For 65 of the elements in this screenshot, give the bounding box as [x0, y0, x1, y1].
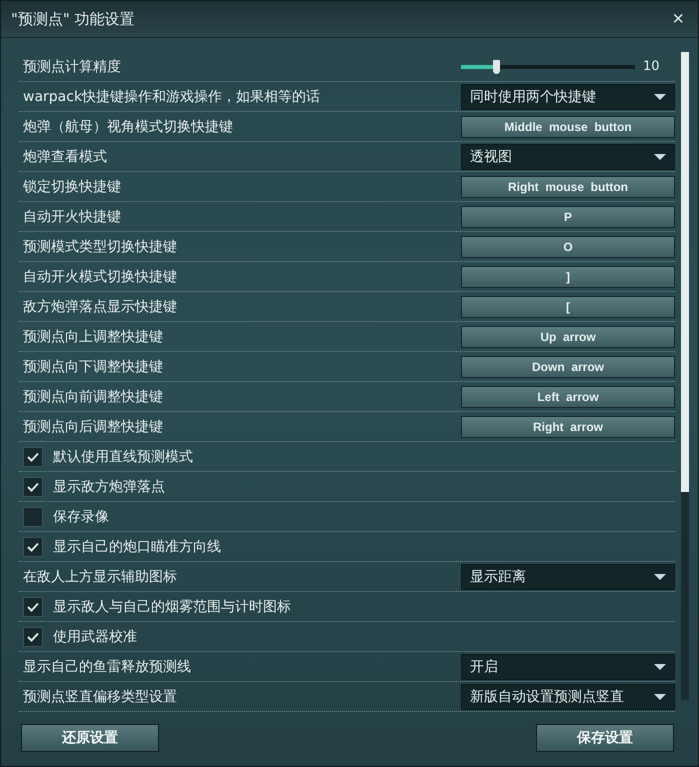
- checkbox-label: 显示敌方炮弹落点: [53, 478, 165, 496]
- setting-label: 预测点计算精度: [23, 58, 121, 76]
- check-icon: [27, 602, 39, 612]
- checkbox[interactable]: [23, 506, 43, 526]
- hotkey-button[interactable]: Down arrow: [461, 356, 675, 378]
- checkbox[interactable]: [23, 536, 43, 556]
- setting-label: 预测点向后调整快捷键: [23, 418, 163, 436]
- caret-icon: [654, 154, 666, 160]
- hotkey-button[interactable]: Right arrow: [461, 416, 675, 438]
- setting-label: 预测点向前调整快捷键: [23, 388, 163, 406]
- hotkey-button[interactable]: Up arrow: [461, 326, 675, 348]
- hotkey-button[interactable]: Middle mouse button: [461, 116, 675, 138]
- hotkey-button[interactable]: O: [461, 236, 675, 258]
- setting-label: 自动开火快捷键: [23, 208, 121, 226]
- slider-thumb[interactable]: [492, 60, 500, 74]
- dropdown-value: 同时使用两个快捷键: [470, 88, 596, 106]
- checkbox-label: 默认使用直线预测模式: [53, 448, 193, 466]
- setting-label: 预测点向下调整快捷键: [23, 358, 163, 376]
- setting-label: 显示自己的鱼雷释放预测线: [23, 658, 191, 676]
- dropdown-value: 新版自动设置预测点竖直: [470, 688, 624, 706]
- check-icon: [27, 542, 39, 552]
- hotkey-button[interactable]: ]: [461, 266, 675, 288]
- setting-label: warpack快捷键操作和游戏操作，如果相等的话: [23, 88, 320, 106]
- caret-icon: [654, 94, 666, 100]
- dropdown-value: 显示距离: [470, 568, 526, 586]
- setting-label: 锁定切换快捷键: [23, 178, 121, 196]
- window-title: "预测点" 功能设置: [11, 10, 135, 28]
- checkbox[interactable]: [23, 476, 43, 496]
- setting-label: 预测点向上调整快捷键: [23, 328, 163, 346]
- setting-label: 预测模式类型切换快捷键: [23, 238, 177, 256]
- checkbox-label: 使用武器校准: [53, 628, 137, 646]
- dropdown[interactable]: 新版自动设置预测点竖直: [461, 684, 675, 710]
- hotkey-button[interactable]: P: [461, 206, 675, 228]
- hotkey-button[interactable]: Left arrow: [461, 386, 675, 408]
- scrollbar[interactable]: [681, 52, 689, 700]
- setting-label: 炮弹（航母）视角模式切换快捷键: [23, 118, 233, 136]
- dropdown[interactable]: 透视图: [461, 144, 675, 170]
- dropdown[interactable]: 同时使用两个快捷键: [461, 84, 675, 110]
- checkbox-label: 保存录像: [53, 508, 109, 526]
- checkbox[interactable]: [23, 596, 43, 616]
- hotkey-button[interactable]: Right mouse button: [461, 176, 675, 198]
- setting-label: 预测点竖直偏移类型设置: [23, 688, 177, 706]
- dropdown-value: 透视图: [470, 148, 512, 166]
- caret-icon: [654, 664, 666, 670]
- save-button[interactable]: 保存设置: [536, 724, 674, 752]
- setting-label: 在敌人上方显示辅助图标: [23, 568, 177, 586]
- dropdown[interactable]: 显示距离: [461, 564, 675, 590]
- check-icon: [27, 632, 39, 642]
- check-icon: [27, 452, 39, 462]
- checkbox-label: 显示敌人与自己的烟雾范围与计时图标: [53, 598, 291, 616]
- slider-value: 10: [643, 59, 660, 74]
- caret-icon: [654, 574, 666, 580]
- dropdown-value: 开启: [470, 658, 498, 676]
- hotkey-button[interactable]: [: [461, 296, 675, 318]
- checkbox[interactable]: [23, 626, 43, 646]
- reset-button[interactable]: 还原设置: [21, 724, 159, 752]
- checkbox-label: 显示自己的炮口瞄准方向线: [53, 538, 221, 556]
- setting-label: 炮弹查看模式: [23, 148, 107, 166]
- checkbox[interactable]: [23, 446, 43, 466]
- check-icon: [27, 482, 39, 492]
- close-button[interactable]: ×: [668, 8, 688, 30]
- caret-icon: [654, 694, 666, 700]
- setting-label: 敌方炮弹落点显示快捷键: [23, 298, 177, 316]
- setting-label: 自动开火模式切换快捷键: [23, 268, 177, 286]
- dropdown[interactable]: 开启: [461, 654, 675, 680]
